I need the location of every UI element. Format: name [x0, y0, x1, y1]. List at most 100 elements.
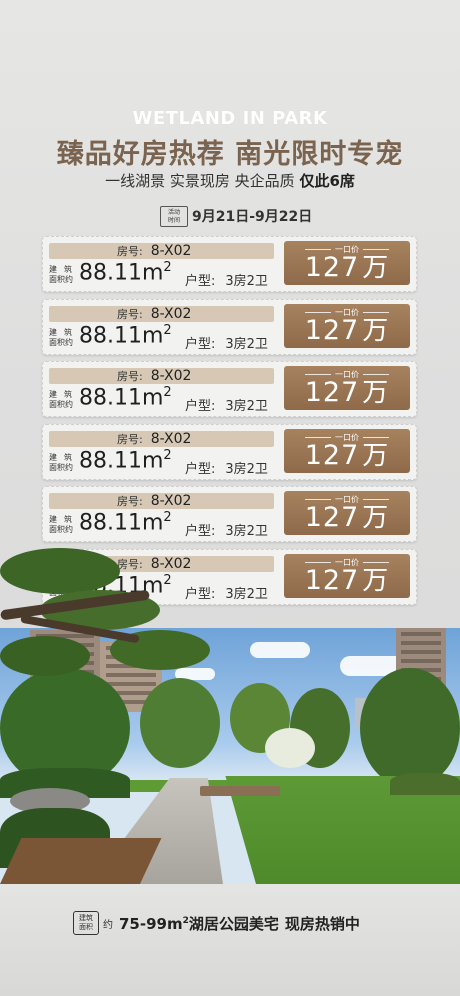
- price-unit: 万: [362, 565, 390, 596]
- price-value: 127: [304, 439, 360, 471]
- price-badge: 一口价 127 万: [284, 241, 410, 285]
- layout-type: 户型: 3房2卫: [185, 520, 268, 539]
- area-number: 88.11m: [79, 385, 164, 411]
- price-unit: 万: [362, 378, 390, 408]
- room-number: 8-X02: [150, 555, 192, 572]
- layout-label: 户型:: [185, 524, 216, 539]
- area-value: 88.11m2: [79, 323, 172, 348]
- area-label-line2: 面积约: [49, 400, 73, 409]
- area-label-line2: 面积约: [49, 525, 73, 534]
- room-number: 8-X02: [150, 368, 192, 384]
- area-sup: 2: [163, 510, 172, 525]
- footer-slogan: 建筑 面积 约 75-99m2湖居公园美宅 现房热销中: [73, 908, 360, 938]
- event-time-tag: 活动 时间: [160, 205, 188, 227]
- area-number: 88.11m: [79, 260, 164, 286]
- price-value: 127: [304, 564, 360, 596]
- listing-card: 房号:8-X02建筑面积约88.11m2户型:3房2卫一口价127万: [42, 361, 417, 417]
- flowering-tree: [265, 728, 315, 768]
- price-unit: 万: [362, 253, 390, 283]
- price-value-row: 127 万: [284, 501, 410, 535]
- layout-value: 3房2卫: [225, 399, 268, 414]
- footer-text: 75-99m2湖居公园美宅 现房热销中: [119, 913, 360, 934]
- room-number: 8-X02: [150, 243, 192, 259]
- footer: 建筑 面积 约 75-99m2湖居公园美宅 现房热销中: [0, 884, 460, 996]
- layout-label: 户型:: [185, 336, 216, 352]
- footer-area-tag: 建筑 面积: [73, 911, 99, 935]
- layout-type: 户型: 3房2卫: [185, 458, 268, 477]
- room-label: 房号:: [117, 432, 143, 446]
- footer-area-tag-line1: 建筑: [79, 914, 93, 922]
- area-value: 88.11m2: [79, 448, 172, 473]
- area-label-line1: 建筑: [49, 452, 79, 462]
- price-badge: 一口价 127 万: [284, 303, 410, 348]
- listing-card: 房号:8-X02建筑面积约88.11m2户型:3房2卫一口价127万: [42, 298, 417, 355]
- price-value-row: 127 万: [284, 376, 410, 410]
- footer-approx: 约: [103, 919, 113, 931]
- area-label-line2: 面积约: [49, 337, 73, 347]
- event-time-tag-line2: 时间: [167, 216, 180, 224]
- subline: 一线湖景 实景现房 央企品质 仅此6席: [0, 170, 460, 191]
- price-value-row: 127 万: [284, 314, 410, 348]
- area-label: 建筑面积约: [49, 265, 79, 285]
- listing-card: 房号:8-X02建筑面积约88.11m2户型:3房2卫一口价127万: [42, 486, 417, 542]
- layout-type: 户型: 3房2卫: [185, 583, 268, 602]
- area-sup: 2: [163, 260, 172, 275]
- room-number: 8-X02: [150, 430, 192, 447]
- footer-text-mid: 湖居公园美宅: [188, 914, 279, 933]
- footer-area-range: 75-99m: [119, 914, 183, 933]
- tree: [140, 678, 220, 768]
- room-number-bar: 房号: 8-X02: [49, 493, 274, 509]
- area-label-line1: 建筑: [49, 515, 79, 524]
- price-unit: 万: [362, 315, 390, 346]
- cloud: [250, 642, 310, 658]
- area-value: 88.11m2: [79, 260, 172, 285]
- room-number-bar: 房号: 8-X02: [49, 368, 274, 384]
- price-badge: 一口价 127 万: [284, 553, 410, 598]
- room-number: 8-X02: [150, 305, 192, 322]
- price-value: 127: [304, 502, 360, 533]
- headline: 臻品好房热荐 南光限时专宠: [56, 139, 404, 170]
- price-value-row: 127 万: [284, 564, 410, 598]
- area-label-line2: 面积约: [49, 462, 73, 472]
- price-value: 127: [304, 377, 360, 408]
- price-value: 127: [304, 252, 360, 283]
- hedge: [390, 773, 460, 795]
- area-number: 88.11m: [79, 447, 164, 473]
- room-label: 房号:: [117, 557, 143, 571]
- layout-label: 户型:: [185, 461, 216, 477]
- pine-foliage: [0, 548, 120, 594]
- pine-foliage: [0, 636, 90, 676]
- price-badge: 一口价 127 万: [284, 491, 410, 535]
- layout-value: 3房2卫: [225, 336, 268, 352]
- event-date-range: 9月21日-9月22日: [192, 209, 313, 225]
- event-date-row: 活动 时间 9月21日-9月22日: [160, 205, 313, 227]
- area-label-line1: 建筑: [49, 265, 79, 274]
- layout-type: 户型: 3房2卫: [185, 270, 268, 289]
- layout-type: 户型: 3房2卫: [185, 333, 268, 352]
- subline-highlight: 仅此6席: [299, 172, 355, 190]
- area-label-line1: 建筑: [49, 390, 79, 399]
- listing-card: 房号:8-X02建筑面积约88.11m2户型:3房2卫一口价127万: [42, 423, 417, 480]
- bench: [200, 786, 280, 796]
- room-number-bar: 房号: 8-X02: [49, 243, 274, 259]
- price-unit: 万: [362, 503, 390, 533]
- subline-main: 一线湖景 实景现房 央企品质: [105, 172, 300, 190]
- eyebrow-title: WETLAND IN PARK: [132, 108, 328, 129]
- layout-label: 户型:: [185, 586, 216, 602]
- area-label: 建筑面积约: [49, 390, 79, 410]
- listing-card: 房号:8-X02建筑面积约88.11m2户型:3房2卫一口价127万: [42, 236, 417, 292]
- room-label: 房号:: [117, 495, 143, 508]
- room-label: 房号:: [117, 245, 143, 258]
- area-number: 88.11m: [79, 322, 164, 348]
- layout-label: 户型:: [185, 274, 216, 289]
- area-sup: 2: [163, 322, 172, 338]
- area-value: 88.11m2: [79, 385, 172, 410]
- price-unit: 万: [362, 440, 390, 471]
- price-value-row: 127 万: [284, 439, 410, 473]
- layout-value: 3房2卫: [225, 524, 268, 539]
- area-label-line2: 面积约: [49, 275, 73, 284]
- layout-type: 户型: 3房2卫: [185, 395, 268, 414]
- area-label-line1: 建筑: [49, 327, 79, 337]
- wooden-planter: [0, 838, 162, 884]
- event-time-tag-line1: 活动: [167, 208, 180, 216]
